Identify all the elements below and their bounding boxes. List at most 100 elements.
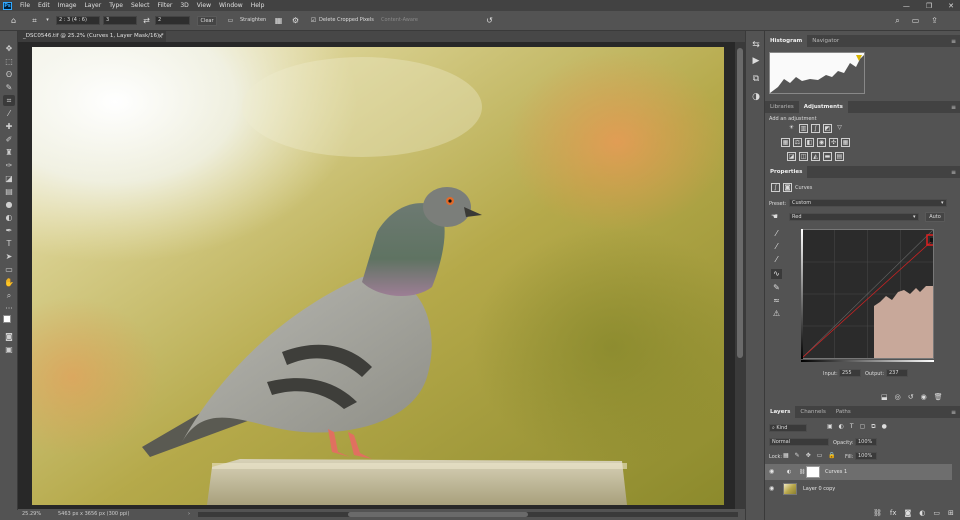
type-filter-icon[interactable]: T xyxy=(850,423,854,431)
vertical-scroll-thumb[interactable] xyxy=(737,48,743,358)
swap-icon[interactable]: ⇄ xyxy=(142,16,151,25)
brightness-icon[interactable]: ☀ xyxy=(787,124,796,133)
hue-saturation-icon[interactable]: ▦ xyxy=(781,138,790,147)
clip-to-layer-icon[interactable]: ⬓ xyxy=(881,393,888,401)
menu-file[interactable]: File xyxy=(20,2,30,9)
hand-tool-icon[interactable]: ✋ xyxy=(3,277,15,288)
color-icon[interactable]: ◑ xyxy=(750,91,762,103)
tab-paths[interactable]: Paths xyxy=(831,406,856,418)
levels-icon[interactable]: ▥ xyxy=(799,124,808,133)
lasso-tool-icon[interactable]: ʘ xyxy=(3,69,15,80)
tab-histogram[interactable]: Histogram xyxy=(765,35,808,47)
lock-position-icon[interactable]: ✥ xyxy=(806,452,811,459)
panel-menu-icon[interactable]: ≡ xyxy=(951,38,956,45)
zoom-tool-icon[interactable]: ⌕ xyxy=(3,290,15,301)
add-mask-icon[interactable]: ◙ xyxy=(905,509,912,517)
checkbox-icon[interactable]: ☑ xyxy=(309,16,318,25)
channel-mixer-icon[interactable]: ✣ xyxy=(829,138,838,147)
new-adjustment-icon[interactable]: ◐ xyxy=(919,509,925,517)
delete-cropped-label[interactable]: Delete Cropped Pixels xyxy=(319,17,374,23)
target-adjust-icon[interactable]: ☚ xyxy=(769,212,780,222)
more-tools-icon[interactable]: ··· xyxy=(3,303,15,314)
preset-select[interactable]: Custom xyxy=(789,199,947,207)
selective-color-icon[interactable]: ▤ xyxy=(835,152,844,161)
new-group-icon[interactable]: ▭ xyxy=(933,509,940,517)
trash-icon[interactable]: 🗑 xyxy=(934,393,943,401)
menu-image[interactable]: Image xyxy=(58,2,77,9)
threshold-icon[interactable]: ◭ xyxy=(811,152,820,161)
layer-filter-kind[interactable]: ⌕ Kind xyxy=(769,424,807,432)
vertical-scrollbar[interactable] xyxy=(735,42,745,509)
input-value-field[interactable]: 255 xyxy=(839,369,861,377)
fill-field[interactable]: 100% xyxy=(855,452,877,460)
menu-layer[interactable]: Layer xyxy=(84,2,101,9)
exposure-icon[interactable]: ◩ xyxy=(823,124,832,133)
reset-icon[interactable]: ↺ xyxy=(485,16,494,25)
vibrance-icon[interactable]: ▽ xyxy=(835,124,844,133)
layer-row[interactable]: ◉ Layer 0 copy xyxy=(765,481,952,497)
shape-tool-icon[interactable]: ▭ xyxy=(3,264,15,275)
menu-help[interactable]: Help xyxy=(251,2,265,9)
history-icon[interactable]: ⇆ xyxy=(750,39,762,51)
restore-button[interactable]: ❐ xyxy=(926,2,932,10)
menu-type[interactable]: Type xyxy=(109,2,123,9)
document-image[interactable] xyxy=(32,47,724,505)
curves-graph[interactable] xyxy=(801,229,938,359)
eye-icon[interactable]: ◉ xyxy=(769,464,774,480)
close-window-button[interactable]: ✕ xyxy=(948,2,954,10)
gradient-map-icon[interactable]: ▬ xyxy=(823,152,832,161)
color-lookup-icon[interactable]: ▦ xyxy=(841,138,850,147)
close-icon[interactable]: × xyxy=(158,31,163,42)
new-layer-icon[interactable]: ⊞ xyxy=(948,509,954,517)
link-icon[interactable]: ⛓ xyxy=(799,464,805,480)
layer-name[interactable]: Curves 1 xyxy=(825,464,847,480)
pen-tool-icon[interactable]: ✒ xyxy=(3,225,15,236)
adjustment-filter-icon[interactable]: ◐ xyxy=(839,423,844,431)
straighten-icon[interactable]: ▭ xyxy=(226,16,235,25)
dodge-tool-icon[interactable]: ◐ xyxy=(3,212,15,223)
tab-channels[interactable]: Channels xyxy=(795,406,830,418)
straighten-label[interactable]: Straighten xyxy=(240,17,266,23)
crop-tool-icon[interactable]: ⌗ xyxy=(30,16,39,25)
healing-tool-icon[interactable]: ✚ xyxy=(3,121,15,132)
search-icon[interactable]: ⌕ xyxy=(893,16,902,25)
lock-all-icon[interactable]: 🔒 xyxy=(828,452,835,459)
gear-icon[interactable]: ⚙ xyxy=(291,16,300,25)
menu-filter[interactable]: Filter xyxy=(158,2,173,9)
layer-name[interactable]: Layer 0 copy xyxy=(803,481,835,497)
clear-button[interactable]: Clear xyxy=(197,16,217,26)
path-select-tool-icon[interactable]: ➤ xyxy=(3,251,15,262)
tab-layers[interactable]: Layers xyxy=(765,406,796,418)
channel-select[interactable]: Red xyxy=(789,213,919,221)
layer-thumbnail[interactable] xyxy=(783,483,797,495)
overlay-grid-icon[interactable]: ▦ xyxy=(274,16,283,25)
eraser-tool-icon[interactable]: ◪ xyxy=(3,173,15,184)
crop-ratio-select[interactable]: 2 : 3 (4 : 6) xyxy=(56,16,100,25)
gray-point-eyedropper-icon[interactable]: ⁄ xyxy=(771,242,782,252)
auto-button[interactable]: Auto xyxy=(925,212,945,222)
photo-filter-icon[interactable]: ◉ xyxy=(817,138,826,147)
reset-icon[interactable]: ↺ xyxy=(908,393,914,401)
eyedropper-tool-icon[interactable]: ⁄ xyxy=(3,108,15,119)
invert-icon[interactable]: ◪ xyxy=(787,152,796,161)
panel-menu-icon[interactable]: ≡ xyxy=(951,104,956,111)
quick-mask-icon[interactable]: ◙ xyxy=(3,331,15,342)
pixel-filter-icon[interactable]: ▣ xyxy=(827,423,833,431)
play-icon[interactable]: ▶ xyxy=(750,55,762,67)
zoom-level[interactable]: 25.29% xyxy=(22,509,41,520)
black-white-icon[interactable]: ◧ xyxy=(805,138,814,147)
canvas-area[interactable] xyxy=(18,42,745,509)
tab-properties[interactable]: Properties xyxy=(765,166,808,178)
opacity-field[interactable]: 100% xyxy=(855,438,877,446)
foreground-color-swatch[interactable] xyxy=(3,315,11,323)
lock-pixels-icon[interactable]: ▦ xyxy=(783,452,789,459)
document-tab[interactable]: _DSC0546.tif @ 25.2% (Curves 1, Layer Ma… xyxy=(18,31,166,42)
smart-filter-icon[interactable]: ⧉ xyxy=(871,423,875,431)
menu-select[interactable]: Select xyxy=(131,2,150,9)
visibility-icon[interactable]: ◉ xyxy=(921,393,927,401)
tab-adjustments[interactable]: Adjustments xyxy=(798,101,848,113)
blur-tool-icon[interactable]: ● xyxy=(3,199,15,210)
chevron-down-icon[interactable]: ▾ xyxy=(913,214,916,220)
quick-select-tool-icon[interactable]: ✎ xyxy=(3,82,15,93)
screen-mode-icon[interactable]: ▣ xyxy=(3,344,15,355)
